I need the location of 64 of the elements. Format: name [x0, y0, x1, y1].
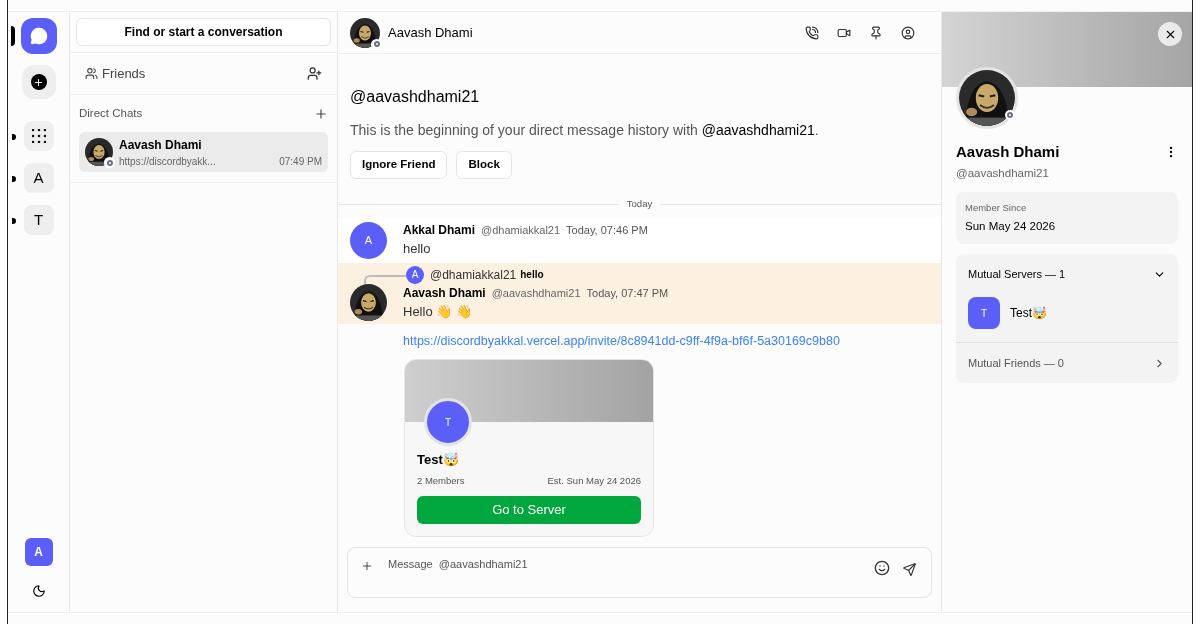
- intro-handle: @aavashdhami21: [350, 87, 481, 107]
- profile-handle: @aavashdhami21: [956, 165, 1050, 181]
- status-indicator: [104, 157, 115, 169]
- invite-link[interactable]: https://discordbyakkal.vercel.app/invite/8c8941dd-c9ff-4f9a-bf6f-5a30169c9b80: [403, 334, 840, 349]
- chat-name: Aavash Dhami: [119, 136, 203, 154]
- intro-text: This is the beginning of your direct message history with @aavashdhami21.: [350, 121, 820, 140]
- chat-preview: https://discordbyakk...: [119, 154, 216, 169]
- member-count: 2 Members: [417, 473, 465, 488]
- user-avatar: A: [350, 221, 387, 259]
- section-title: Direct Chats: [79, 106, 143, 121]
- chat-item[interactable]: Aavash Dhami https://discordbyakk... 07:49 PM: [79, 132, 328, 173]
- server-button[interactable]: [23, 121, 54, 151]
- people-icon: [85, 67, 98, 80]
- server-button[interactable]: T: [23, 205, 54, 235]
- search-button[interactable]: Find or start a conversation: [76, 18, 331, 46]
- message-composer[interactable]: Message @aavashdhami21: [347, 547, 932, 598]
- reply-text: hello: [520, 268, 544, 283]
- reply-connector: [364, 274, 406, 284]
- message-text: hello: [403, 240, 432, 259]
- user-avatar-button[interactable]: A: [24, 538, 53, 566]
- reply-handle: @dhamiakkal21: [430, 266, 517, 284]
- message-time: Today, 07:46 PM: [566, 223, 648, 239]
- member-since-date: Sun May 24 2026: [965, 219, 1057, 234]
- action-button[interactable]: Block: [456, 151, 512, 179]
- server-name: Test🤯: [1010, 305, 1047, 323]
- server-avatar: T: [424, 398, 472, 447]
- direct-messages-button[interactable]: [20, 18, 57, 54]
- chat-bubble-icon: [29, 27, 48, 45]
- moon-icon[interactable]: [31, 584, 46, 598]
- pin-icon[interactable]: [869, 25, 883, 40]
- add-icon: [30, 74, 47, 90]
- chat-title: Aavash Dhami: [388, 23, 473, 42]
- message-time: Today, 07:47 PM: [586, 285, 669, 301]
- established-date: Est. Sun May 24 2026: [547, 473, 641, 488]
- author-name: Akkal Dhami: [403, 222, 476, 240]
- server-button[interactable]: A: [23, 163, 54, 193]
- friends-button[interactable]: Friends: [85, 63, 146, 84]
- mutual-servers-toggle[interactable]: Mutual Servers — 1: [956, 254, 1178, 295]
- add-icon[interactable]: [314, 106, 328, 121]
- message-text: Hello 👋 👋: [403, 302, 473, 321]
- author-name: Aavash Dhami: [403, 284, 486, 302]
- add-icon[interactable]: [361, 560, 373, 572]
- server-avatar: T: [968, 297, 1000, 330]
- profile-name: Aavash Dhami: [956, 142, 1061, 162]
- phone-icon[interactable]: [805, 25, 819, 40]
- status-indicator: [371, 38, 382, 50]
- close-button[interactable]: [1158, 22, 1182, 46]
- message-input[interactable]: Message @aavashdhami21: [388, 556, 874, 573]
- reply-avatar: A: [406, 265, 424, 284]
- emoji-icon[interactable]: [874, 560, 890, 576]
- date-divider: Today: [625, 197, 654, 211]
- server-name: Test🤯: [417, 451, 460, 470]
- mutual-friends-toggle[interactable]: Mutual Friends — 0: [956, 343, 1178, 384]
- status-indicator: [1005, 110, 1015, 120]
- author-handle: @aavashdhami21: [491, 285, 581, 301]
- grid-icon: [31, 129, 46, 143]
- chat-time: 07:49 PM: [279, 154, 322, 169]
- profile-icon[interactable]: [901, 25, 915, 40]
- mutual-server-item[interactable]: T Test🤯: [956, 294, 1178, 343]
- member-since-label: Member Since: [965, 200, 1028, 215]
- author-handle: @dhamiakkal21: [481, 223, 561, 239]
- action-button[interactable]: Ignore Friend: [350, 151, 448, 179]
- add-friend-icon[interactable]: [307, 66, 322, 81]
- add-server-button[interactable]: [21, 65, 56, 99]
